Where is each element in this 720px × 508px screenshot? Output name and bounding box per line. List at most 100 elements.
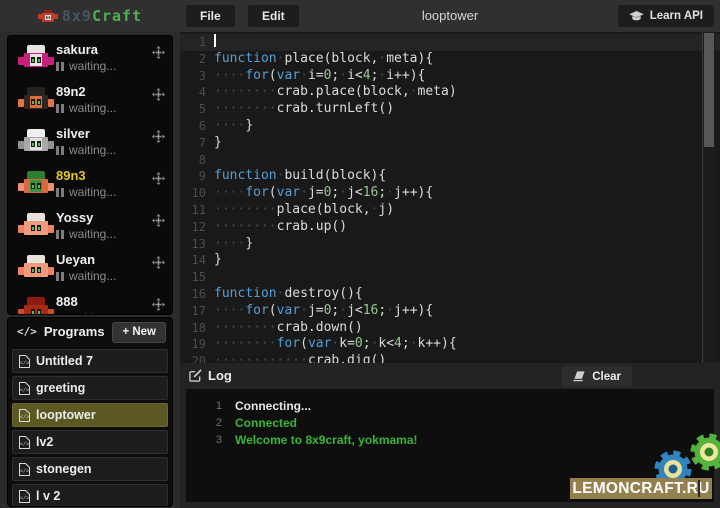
program-item-label: l v 2 [36,489,60,503]
code-line: 15 [180,269,720,286]
pause-icon [56,272,64,281]
player-status-label: waiting... [69,311,116,314]
code-line: 18········crab.down() [180,320,720,337]
player-name: Ueyan [56,252,95,267]
line-number: 12 [180,219,214,236]
program-file-icon: </> [19,490,30,503]
program-item[interactable]: </>lv2 [12,430,168,454]
player-status: waiting... [56,227,116,241]
code-line: 11········place(block,·j) [180,202,720,219]
line-number: 15 [180,269,214,286]
app-logo: 8x9Craft [0,0,180,32]
log-entry-number: 1 [186,398,235,415]
program-list: </>Untitled 7</>greeting</>looptower</>l… [8,349,172,506]
code-line: 12········crab.up() [180,219,720,236]
code-line-text: ········crab.turnLeft() [214,101,720,118]
code-line-text: } [214,252,720,269]
line-number: 2 [180,51,214,68]
eraser-icon [573,371,586,382]
player-status-label: waiting... [69,59,116,73]
move-player-icon[interactable] [152,256,165,274]
code-line-text: ····} [214,236,720,253]
code-line: 7} [180,135,720,152]
code-line: 20············crab.dig() [180,353,720,363]
line-number: 17 [180,303,214,320]
pause-icon [56,104,64,113]
player-name: silver [56,126,90,141]
program-item-label: looptower [36,408,96,422]
text-cursor [214,34,216,47]
editor-scrollbar[interactable] [702,32,715,363]
editor-scrollbar-thumb[interactable] [704,33,714,147]
program-item-label: Untitled 7 [36,354,93,368]
log-entry: 1Connecting... [186,398,714,415]
program-file-icon: </> [19,355,30,368]
svg-text:</>: </> [20,387,29,393]
player-row[interactable]: silver waiting... [8,122,172,164]
sidebar: sakurawaiting...89n2waiting... silver wait… [0,32,180,508]
log-header: Log Clear [180,363,720,389]
line-number: 14 [180,252,214,269]
move-player-icon[interactable] [152,214,165,232]
code-line-text [214,34,720,51]
program-file-icon: </> [19,463,30,476]
player-name: Yossy [56,210,93,225]
line-number: 9 [180,168,214,185]
code-line: 17····for(var·j=0;·j<16;·j++){ [180,303,720,320]
move-player-icon[interactable] [152,88,165,106]
player-status: waiting... [56,311,116,314]
player-row[interactable]: 89n3waiting... [8,164,172,206]
player-row[interactable]: sakurawaiting... [8,38,172,80]
log-entry-text: Welcome to 8x9craft, yokmama! [235,432,418,449]
svg-text:</>: </> [20,414,29,420]
program-item[interactable]: </> looptower [12,403,168,427]
code-line-text: function·build(block){ [214,168,720,185]
move-player-icon[interactable] [152,298,165,314]
program-item[interactable]: </> greeting [12,376,168,400]
move-player-icon[interactable] [152,172,165,190]
svg-text:</>: </> [20,468,29,474]
player-row[interactable]: 888 waiting... [8,290,172,314]
learn-api-label: Learn API [650,10,703,22]
crab-logo-icon [38,10,58,23]
player-list: sakurawaiting...89n2waiting... silver wait… [8,36,172,314]
svg-text:</>: </> [20,495,29,501]
code-icon: </> [17,325,37,338]
player-row[interactable]: Yossy waiting... [8,206,172,248]
code-line: 6····} [180,118,720,135]
program-item[interactable]: </> l v 2 [12,484,168,506]
pause-icon [56,146,64,155]
player-status: waiting... [56,101,116,115]
program-item-label: greeting [36,381,85,395]
move-player-icon[interactable] [152,130,165,148]
pause-icon [56,188,64,197]
program-item[interactable]: </> Untitled 7 [12,349,168,373]
player-row[interactable]: Ueyan waiting... [8,248,172,290]
learn-api-button[interactable]: Learn API [618,5,714,27]
player-row[interactable]: 89n2waiting... [8,80,172,122]
player-name: 888 [56,294,78,309]
program-item[interactable]: </> stonegen [12,457,168,481]
log-entry-number: 3 [186,432,235,449]
program-item-label: stonegen [36,462,92,476]
move-player-icon[interactable] [152,46,165,64]
svg-text:</>: </> [20,441,29,447]
code-editor[interactable]: 12 function·place(block,·meta){3 ····for(v… [180,32,720,363]
code-line-text: ········crab.down() [214,320,720,337]
code-line-text: function·place(block,·meta){ [214,51,720,68]
code-line-text: ····for(var·j=0;·j<16;·j++){ [214,303,720,320]
pause-icon [56,314,64,315]
program-file-icon: </> [19,409,30,422]
code-line-text [214,269,720,286]
code-line-text [214,152,720,169]
crab-avatar-icon [18,45,54,73]
player-name: 89n3 [56,168,86,183]
clear-log-button[interactable]: Clear [562,366,632,387]
player-status-label: waiting... [69,143,116,157]
code-line-text: ········place(block,·j) [214,202,720,219]
new-program-button[interactable]: + New [112,322,166,343]
player-status: waiting... [56,269,116,283]
line-number: 3 [180,68,214,85]
player-status-label: waiting... [69,227,116,241]
player-status: waiting... [56,143,116,157]
